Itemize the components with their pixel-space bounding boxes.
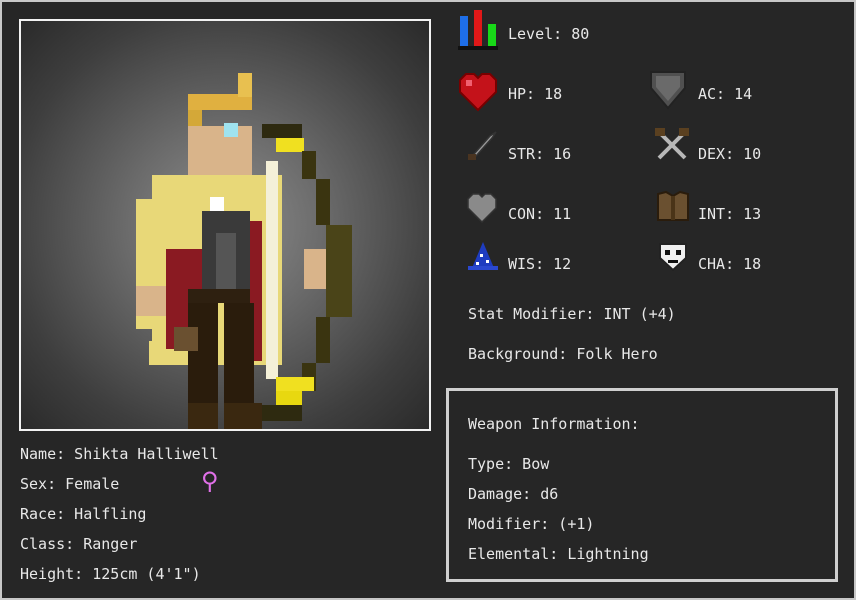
hp-value: HP: 18 [508,85,563,103]
heart-icon [458,72,498,112]
str-value: STR: 16 [508,145,572,163]
wizard-hat-icon [466,240,506,280]
weapon-heading: Weapon Information: [468,415,640,433]
background: Background: Folk Hero [468,345,658,363]
level-value: Level: 80 [508,25,590,43]
stat-modifier: Stat Modifier: INT (+4) [468,305,676,323]
con-value: CON: 11 [508,205,572,223]
ranger-sprite [136,73,352,429]
weapon-damage: Damage: d6 [468,485,559,503]
leather-armor-icon [656,190,696,230]
sword-icon [466,130,506,170]
character-height: Height: 125cm (4'1") [20,565,201,583]
level-bars-icon [458,10,498,50]
weapon-modifier: Modifier: (+1) [468,515,595,533]
int-value: INT: 13 [698,205,762,223]
character-sex: Sex: Female [20,475,120,493]
shield-icon [648,70,688,110]
female-symbol-icon: ⚲ [201,467,219,495]
character-name: Name: Shikta Halliwell [20,445,219,463]
dex-value: DEX: 10 [698,145,762,163]
cha-value: CHA: 18 [698,255,762,273]
crossed-daggers-icon [655,128,695,168]
character-race: Race: Halfling [20,505,147,523]
character-portrait [19,19,431,431]
grey-heart-icon [466,192,506,232]
character-class: Class: Ranger [20,535,138,553]
weapon-type: Type: Bow [468,455,550,473]
weapon-elemental: Elemental: Lightning [468,545,649,563]
mask-icon [656,238,696,278]
wis-value: WIS: 12 [508,255,572,273]
ac-value: AC: 14 [698,85,753,103]
